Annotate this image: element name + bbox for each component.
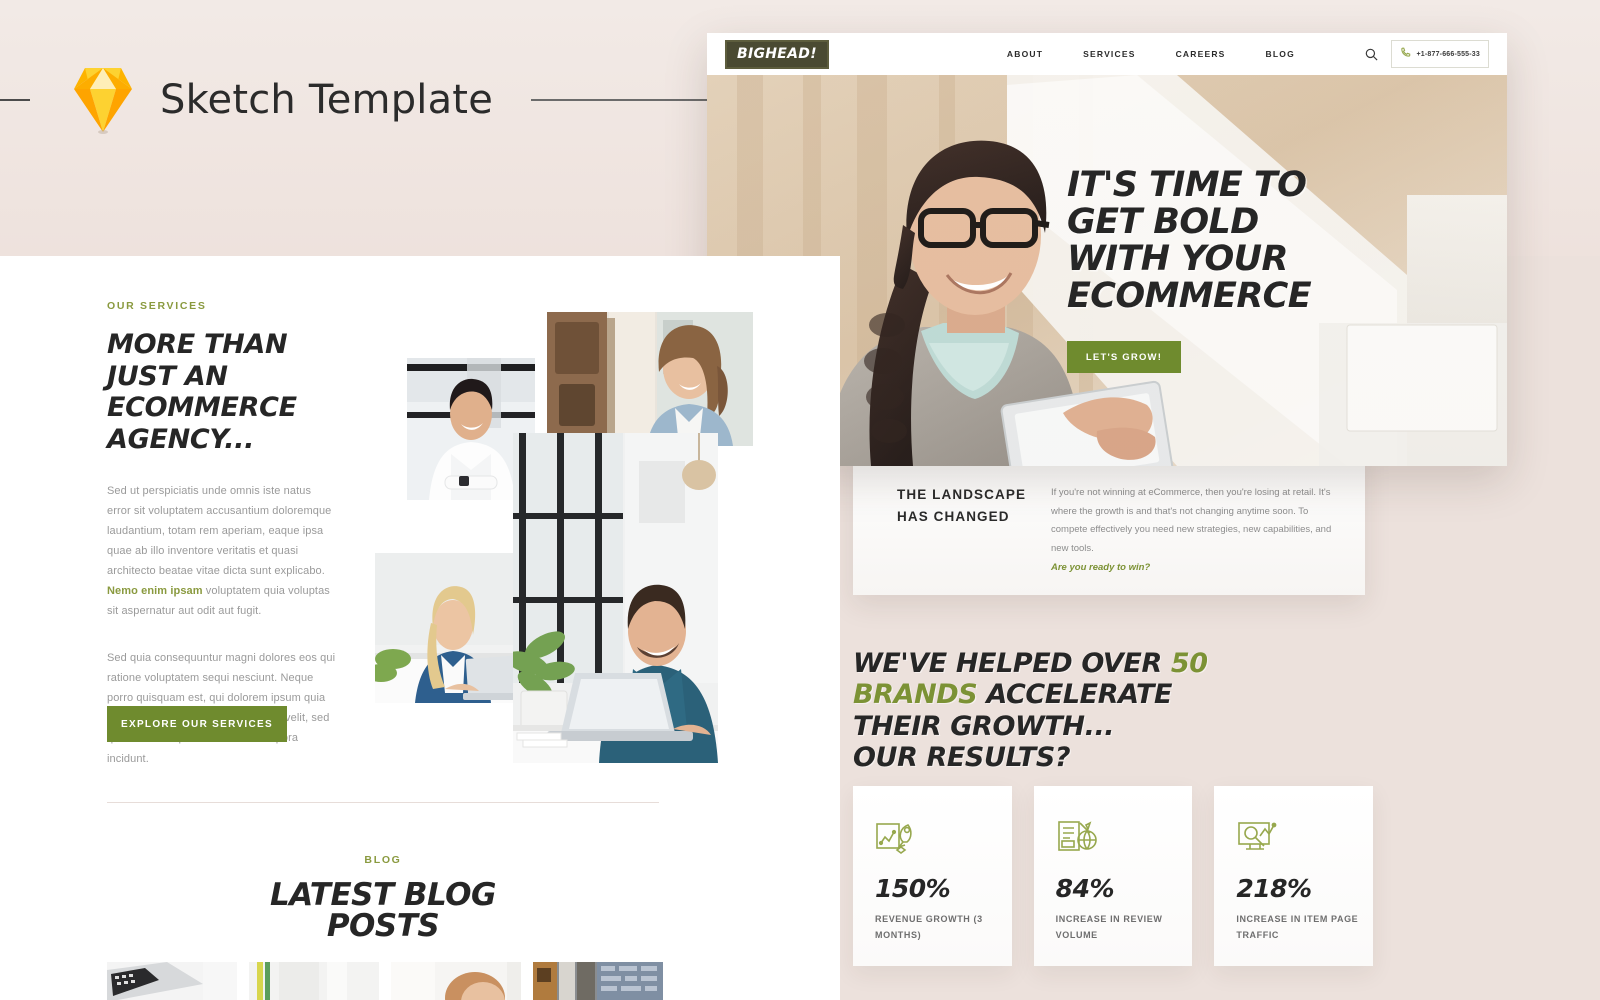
stats-row: 150% REVENUE GROWTH (3 MONTHS) 84% INCRE… — [853, 786, 1374, 966]
stat-card: 218% INCREASE IN ITEM PAGE TRAFFIC — [1214, 786, 1374, 966]
brand-logo[interactable]: BIGHEAD! — [725, 39, 829, 69]
left-mockup-panel: OUR SERVICES MORE THAN JUST AN ECOMMERCE… — [0, 256, 840, 1000]
nav-item-blog[interactable]: BLOG — [1266, 49, 1295, 59]
hero-title-line-1: IT'S TIME TO — [1067, 165, 1307, 205]
phone-icon — [1400, 45, 1411, 63]
section-divider — [107, 802, 659, 803]
blog-title-line-2: POSTS — [326, 908, 440, 944]
stat-value: 218% — [1236, 874, 1312, 903]
results-line3: THEIR GROWTH... — [853, 710, 1115, 742]
results-word-brands: BRANDS — [853, 679, 978, 711]
hero-title-line-3: WITH YOUR — [1067, 239, 1288, 280]
services-section: OUR SERVICES MORE THAN JUST AN ECOMMERCE… — [107, 300, 337, 769]
photo-woman-denim-jacket — [547, 312, 753, 446]
nav-item-about[interactable]: ABOUT — [1007, 49, 1043, 59]
site-top-navigation: BIGHEAD! ABOUT SERVICES CAREERS BLOG +1-… — [707, 33, 1507, 75]
blog-thumb-desk[interactable] — [249, 962, 379, 1000]
blog-thumb-laptop[interactable] — [107, 962, 237, 1000]
landscape-body: If you're not winning at eCommerce, then… — [1051, 484, 1335, 595]
search-icon[interactable] — [1365, 48, 1378, 61]
photo-man-blue-sweater — [505, 433, 718, 763]
explore-our-services-button[interactable]: EXPLORE OUR SERVICES — [107, 706, 287, 742]
paragraph1-highlight: Nemo enim ipsam — [107, 585, 203, 598]
stat-label: INCREASE IN REVIEW VOLUME — [1055, 914, 1163, 940]
review-document-icon — [1056, 818, 1100, 858]
services-eyebrow: OUR SERVICES — [107, 300, 207, 312]
paragraph1-pre: Sed ut perspiciatis unde omnis iste natu… — [107, 485, 332, 578]
screenshot-canvas: Sketch Template THE LANDSCAPE HAS CHANGE… — [0, 0, 1600, 1000]
hero-title-line-4: ECOMMERCE — [1067, 276, 1312, 317]
stat-card: 84% INCREASE IN REVIEW VOLUME — [1033, 786, 1193, 966]
hero-copy: IT'S TIME TO GET BOLD WITH YOUR ECOMMERC… — [1067, 165, 1487, 374]
nav-item-careers[interactable]: CAREERS — [1176, 49, 1226, 59]
results-line2-b: ACCELERATE — [977, 679, 1173, 711]
blog-title: LATEST BLOG POSTS — [107, 880, 659, 942]
nav-links: ABOUT SERVICES CAREERS BLOG — [1007, 49, 1295, 59]
phone-number: +1-877-666-555-33 — [1416, 50, 1480, 58]
stat-label: INCREASE IN ITEM PAGE TRAFFIC — [1236, 914, 1359, 940]
stat-value: 84% — [1055, 874, 1115, 903]
hero-title-line-2: GET BOLD — [1067, 202, 1259, 243]
stat-value: 150% — [875, 874, 951, 903]
traffic-monitor-icon — [1236, 818, 1280, 858]
blog-eyebrow: BLOG — [364, 854, 402, 866]
results-number-50: 50 — [1170, 648, 1208, 679]
sketch-diamond-icon — [72, 65, 134, 135]
blog-thumb-office[interactable] — [533, 962, 663, 1000]
landscape-cta-text: Are you ready to win? — [1051, 562, 1151, 574]
blog-thumbnail-row — [107, 962, 663, 1000]
landscape-title: THE LANDSCAPE HAS CHANGED — [897, 487, 1027, 524]
nav-utilities: +1-877-666-555-33 — [1365, 40, 1489, 68]
services-title: MORE THAN JUST AN ECOMMERCE AGENCY... — [107, 329, 297, 455]
results-headline: WE'VE HELPED OVER 50 BRANDS ACCELERATE T… — [853, 648, 1413, 773]
results-line1-a: WE'VE HELPED OVER — [853, 648, 1171, 679]
blog-section-header: BLOG LATEST BLOG POSTS — [107, 854, 659, 942]
stat-label: REVENUE GROWTH (3 MONTHS) — [875, 914, 983, 940]
lets-grow-button[interactable]: LET'S GROW! — [1067, 341, 1181, 374]
photo-woman-laptop — [365, 553, 530, 703]
nav-item-services[interactable]: SERVICES — [1083, 49, 1135, 59]
page-title: Sketch Template — [160, 77, 493, 123]
services-paragraph-1: Sed ut perspiciatis unde omnis iste natu… — [107, 481, 337, 621]
landscape-paragraph: If you're not winning at eCommerce, then… — [1051, 487, 1332, 554]
hero-title: IT'S TIME TO GET BOLD WITH YOUR ECOMMERC… — [1067, 165, 1487, 317]
blog-thumb-person[interactable] — [391, 962, 521, 1000]
results-line4: OUR RESULTS? — [853, 741, 1071, 773]
rocket-chart-icon — [875, 818, 919, 858]
banner-rule-left — [0, 99, 30, 101]
phone-button[interactable]: +1-877-666-555-33 — [1391, 40, 1489, 68]
stat-card: 150% REVENUE GROWTH (3 MONTHS) — [853, 786, 1012, 966]
